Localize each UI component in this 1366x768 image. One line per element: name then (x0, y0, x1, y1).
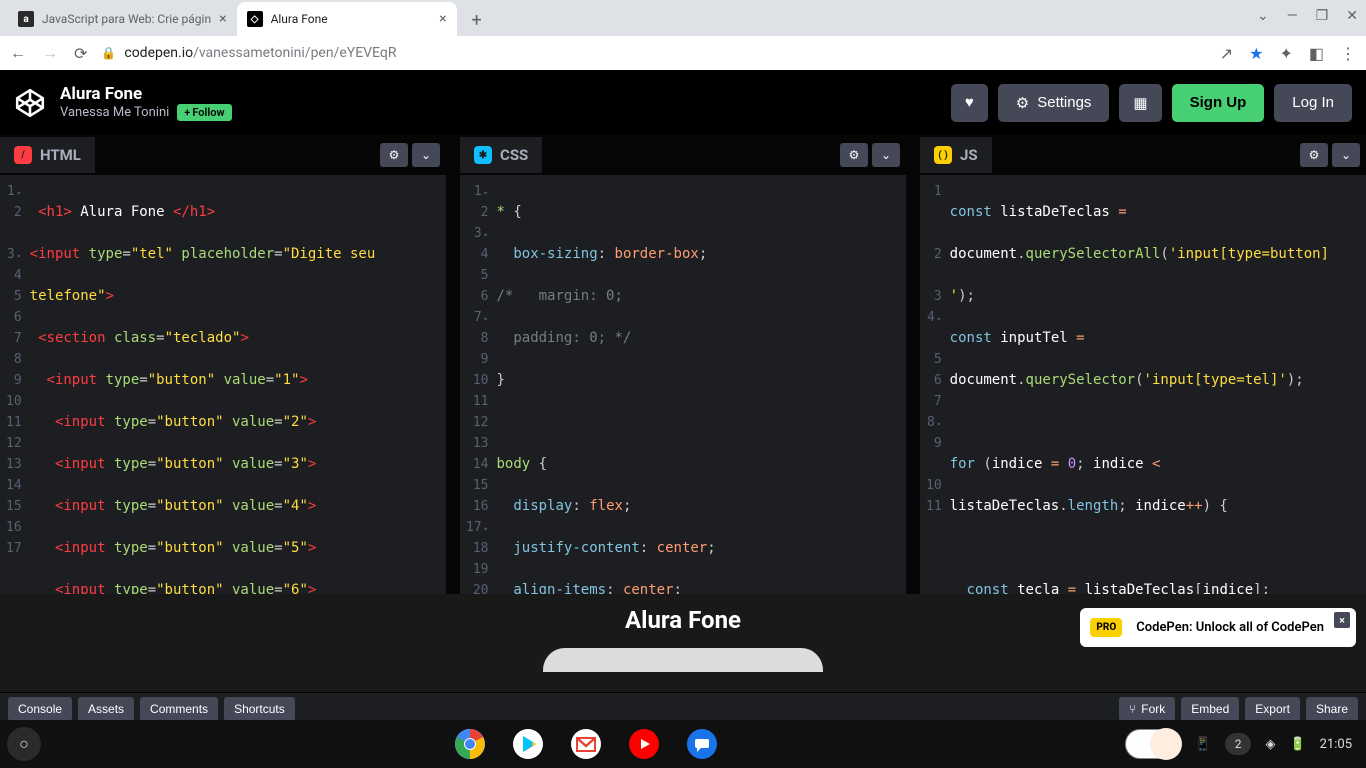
new-tab-button[interactable]: + (463, 6, 491, 34)
bookmark-star-icon[interactable]: ★ (1249, 44, 1263, 63)
play-store-icon[interactable] (508, 724, 548, 764)
youtube-icon[interactable] (624, 724, 664, 764)
export-button[interactable]: Export (1245, 697, 1300, 721)
close-window-icon[interactable]: ✕ (1346, 8, 1358, 24)
css-badge-icon: ✱ (474, 146, 492, 164)
promo-banner[interactable]: PRO CodePen: Unlock all of CodePen × (1080, 608, 1356, 647)
preview-heading: Alura Fone (625, 606, 741, 634)
close-tab-icon[interactable]: × (439, 11, 446, 27)
launcher-icon[interactable]: ○ (7, 727, 41, 761)
console-button[interactable]: Console (8, 697, 72, 721)
url-path: /vanessametonini/pen/eYEVEqR (193, 45, 396, 61)
codepen-logo-icon[interactable] (14, 87, 46, 119)
editor-gear-button[interactable]: ⚙ (840, 143, 868, 167)
js-code-area[interactable]: 1234567891011 const listaDeTeclas = docu… (920, 175, 1366, 594)
close-promo-icon[interactable]: × (1334, 612, 1350, 628)
embed-button[interactable]: Embed (1181, 697, 1239, 721)
heart-icon: ♥ (965, 94, 974, 111)
html-code-area[interactable]: 1234567891011121314151617 <h1> Alura Fon… (0, 175, 446, 594)
pen-author[interactable]: Vanessa Me Tonini (60, 105, 169, 120)
browser-tab-active[interactable]: ◇ Alura Fone × (237, 2, 457, 36)
pro-badge-icon: PRO (1090, 618, 1122, 637)
html-badge-icon: / (14, 146, 32, 164)
tab-strip: a JavaScript para Web: Crie págin × ◇ Al… (0, 0, 1366, 36)
clock[interactable]: 21:05 (1320, 737, 1352, 752)
menu-dots-icon[interactable]: ⋮ (1340, 44, 1356, 63)
code-content: <h1> Alura Fone </h1> <input type="tel" … (30, 175, 384, 594)
gear-icon: ⚙ (1016, 94, 1029, 112)
html-editor: / HTML ⚙ ⌄ 1234567891011121314151617 <h1… (0, 135, 446, 594)
notification-pill[interactable]: 2 (1225, 733, 1252, 755)
js-badge-icon: ( ) (934, 146, 952, 164)
promo-text: CodePen: Unlock all of CodePen (1136, 620, 1324, 635)
taskbar: ○ 📱 2 ◈ 🔋 21:05 (0, 720, 1366, 768)
editor-row: / HTML ⚙ ⌄ 1234567891011121314151617 <h1… (0, 135, 1366, 594)
codepen-header: Alura Fone Vanessa Me Tonini + Follow ♥ … (0, 70, 1366, 135)
phone-icon[interactable]: 📱 (1195, 737, 1211, 752)
url-input[interactable]: 🔒 codepen.io/vanessametonini/pen/eYEVEqR (101, 45, 1205, 61)
lock-icon: 🔒 (101, 46, 116, 60)
url-domain: codepen.io (124, 45, 193, 61)
browser-tab-inactive[interactable]: a JavaScript para Web: Crie págin × (8, 2, 237, 36)
css-editor: ✱ CSS ⚙ ⌄ 123456789101112131415161718192… (460, 135, 906, 594)
chevron-down-icon[interactable]: ⌄ (1257, 8, 1269, 24)
fork-icon: ⑂ (1129, 702, 1136, 716)
wifi-icon[interactable]: ◈ (1265, 737, 1275, 752)
address-bar: ← → ⟳ 🔒 codepen.io/vanessametonini/pen/e… (0, 36, 1366, 70)
like-button[interactable]: ♥ (951, 84, 988, 122)
editor-chevron-button[interactable]: ⌄ (1332, 143, 1360, 167)
battery-icon[interactable]: 🔋 (1289, 737, 1305, 752)
code-content: const listaDeTeclas = document.querySele… (950, 175, 1329, 594)
forward-icon[interactable]: → (42, 43, 58, 63)
tray-preview-icon[interactable] (1125, 729, 1181, 759)
share-icon[interactable]: ↗ (1220, 44, 1233, 63)
shortcuts-button[interactable]: Shortcuts (224, 697, 295, 721)
code-content: * { box-sizing: border-box; /* margin: 0… (496, 175, 732, 594)
login-button[interactable]: Log In (1274, 84, 1352, 122)
back-icon[interactable]: ← (10, 43, 26, 63)
window-controls: ⌄ — ❐ ✕ (1257, 8, 1358, 24)
follow-button[interactable]: + Follow (177, 104, 231, 121)
browser-chrome: a JavaScript para Web: Crie págin × ◇ Al… (0, 0, 1366, 70)
assets-button[interactable]: Assets (78, 697, 134, 721)
extensions-icon[interactable]: ✦ (1279, 44, 1292, 63)
html-tab[interactable]: / HTML (0, 137, 95, 173)
css-tab[interactable]: ✱ CSS (460, 137, 542, 173)
editor-gear-button[interactable]: ⚙ (380, 143, 408, 167)
favicon-icon: a (18, 11, 34, 27)
editor-chevron-button[interactable]: ⌄ (412, 143, 440, 167)
sidepanel-icon[interactable]: ◧ (1309, 44, 1324, 63)
minimize-icon[interactable]: — (1287, 8, 1298, 24)
favicon-icon: ◇ (247, 11, 263, 27)
editor-gear-button[interactable]: ⚙ (1300, 143, 1328, 167)
gutter: 1234567891011121314151617181920 (460, 175, 496, 594)
settings-button[interactable]: ⚙Settings (998, 84, 1110, 122)
reload-icon[interactable]: ⟳ (74, 44, 87, 63)
comments-button[interactable]: Comments (140, 697, 218, 721)
gmail-icon[interactable] (566, 724, 606, 764)
messages-icon[interactable] (682, 724, 722, 764)
pen-title: Alura Fone (60, 84, 232, 104)
view-layout-button[interactable]: ▦ (1119, 84, 1161, 122)
gutter: 1234567891011121314151617 (0, 175, 30, 594)
close-tab-icon[interactable]: × (219, 11, 226, 27)
signup-button[interactable]: Sign Up (1172, 84, 1265, 122)
share-button[interactable]: Share (1306, 697, 1358, 721)
gutter: 1234567891011 (920, 175, 950, 594)
tab-title: Alura Fone (271, 12, 432, 26)
chrome-icon[interactable] (450, 724, 490, 764)
tab-title: JavaScript para Web: Crie págin (42, 12, 211, 26)
editor-chevron-button[interactable]: ⌄ (872, 143, 900, 167)
css-code-area[interactable]: 1234567891011121314151617181920 * { box-… (460, 175, 906, 594)
preview-tel-input[interactable] (543, 648, 823, 672)
js-editor: ( ) JS ⚙ ⌄ 1234567891011 const listaDeTe… (920, 135, 1366, 594)
fork-button[interactable]: ⑂Fork (1119, 697, 1175, 721)
js-tab[interactable]: ( ) JS (920, 137, 992, 173)
maximize-icon[interactable]: ❐ (1316, 8, 1329, 24)
grid-icon: ▦ (1133, 94, 1147, 112)
